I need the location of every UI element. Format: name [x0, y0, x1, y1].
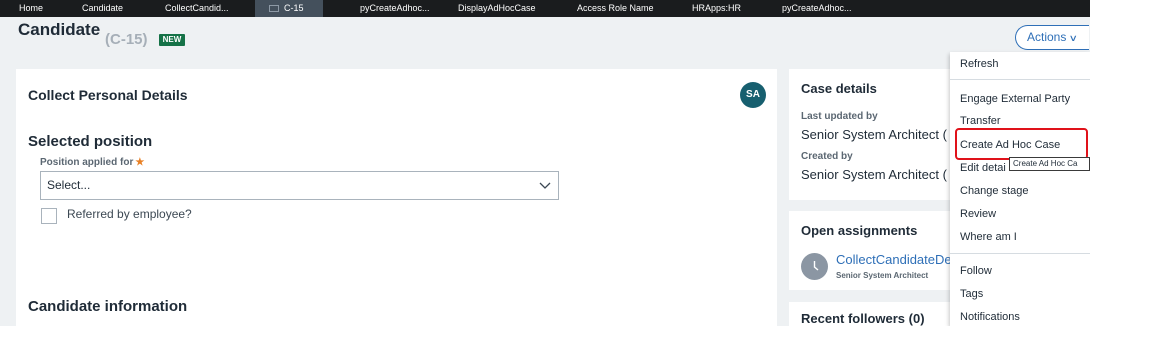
menu-item-review[interactable]: Review — [960, 208, 996, 220]
tab-c15-label: C-15 — [284, 3, 304, 13]
required-star-icon: ★ — [135, 157, 145, 168]
menu-item-notifications[interactable]: Notifications — [960, 311, 1020, 323]
position-label-text: Position applied for — [40, 157, 134, 168]
position-field-label: Position applied for ★ — [40, 157, 144, 168]
assignment-avatar — [801, 253, 828, 280]
menu-item-edit-details[interactable]: Edit detai — [960, 162, 1006, 174]
menu-divider — [950, 79, 1090, 80]
menu-item-change-stage[interactable]: Change stage — [960, 185, 1029, 197]
tab-c15[interactable]: C-15 — [255, 0, 323, 17]
recent-followers-title: Recent followers (0) — [801, 311, 925, 326]
status-badge: NEW — [159, 34, 185, 46]
section-title-candidate: Candidate information — [28, 298, 188, 315]
highlight-box — [955, 128, 1088, 160]
last-updated-value: Senior System Architect ( — [801, 127, 947, 142]
menu-divider — [950, 253, 1090, 254]
avatar[interactable]: SA — [740, 82, 766, 108]
assignment-link[interactable]: CollectCandidateDe — [836, 252, 952, 267]
last-updated-label: Last updated by — [801, 111, 878, 122]
case-id: (C-15) — [105, 31, 148, 48]
chevron-down-icon — [539, 182, 551, 189]
case-details-title: Case details — [801, 81, 877, 96]
clock-icon — [813, 261, 819, 271]
menu-item-follow[interactable]: Follow — [960, 265, 992, 277]
tab-candidate[interactable]: Candidate — [82, 0, 123, 17]
menu-item-where-am-i[interactable]: Where am I — [960, 231, 1017, 243]
tab-hrapps-hr[interactable]: HRApps:HR — [692, 0, 741, 17]
step-title: Collect Personal Details — [28, 87, 188, 103]
tooltip: Create Ad Hoc Ca — [1009, 157, 1090, 171]
tab-home[interactable]: Home — [19, 0, 43, 17]
actions-menu: Refresh Engage External Party Transfer C… — [950, 52, 1090, 326]
assignment-assignee: Senior System Architect — [836, 271, 929, 280]
referred-checkbox[interactable] — [41, 208, 57, 224]
menu-item-tags[interactable]: Tags — [960, 288, 983, 300]
tab-display-adhoc-case[interactable]: DisplayAdHocCase — [458, 0, 536, 17]
tab-pycreateadhoc[interactable]: pyCreateAdhoc... — [360, 0, 430, 17]
created-by-label: Created by — [801, 151, 853, 162]
menu-item-transfer[interactable]: Transfer — [960, 115, 1001, 127]
actions-button[interactable]: Actions ∨ — [1015, 25, 1089, 50]
tab-bar: Home Candidate CollectCandid... C-15 pyC… — [0, 0, 1090, 17]
referred-checkbox-label: Referred by employee? — [67, 207, 192, 221]
case-app: Home Candidate CollectCandid... C-15 pyC… — [0, 0, 1090, 326]
section-title-position: Selected position — [28, 133, 153, 150]
position-select[interactable]: Select... — [40, 171, 559, 200]
menu-item-refresh[interactable]: Refresh — [960, 58, 999, 70]
position-select-value: Select... — [47, 178, 91, 192]
menu-item-engage-external-party[interactable]: Engage External Party — [960, 93, 1070, 105]
actions-label: Actions — [1027, 30, 1067, 44]
case-tab-icon — [269, 5, 279, 12]
created-by-value: Senior System Architect ( — [801, 167, 947, 182]
case-type-title: Candidate — [18, 20, 101, 39]
chevron-down-icon: ∨ — [1069, 33, 1079, 43]
tab-collect-candidate[interactable]: CollectCandid... — [165, 0, 229, 17]
tab-pycreateadhoc-2[interactable]: pyCreateAdhoc... — [782, 0, 852, 17]
open-assignments-title: Open assignments — [801, 223, 918, 238]
tab-access-role-name[interactable]: Access Role Name — [577, 0, 654, 17]
